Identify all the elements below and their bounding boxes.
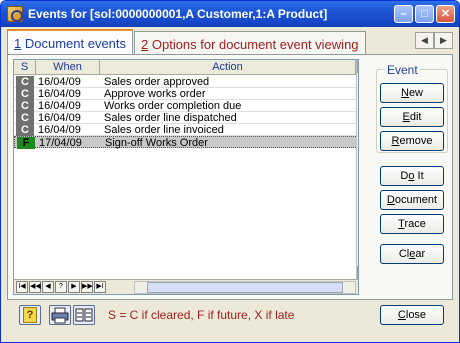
when-cell: 16/04/09	[38, 88, 81, 100]
next-page-icon[interactable]: ▶▶	[81, 281, 93, 293]
when-cell: 16/04/09	[38, 76, 81, 88]
vertical-scrollbar[interactable]: ▲ ▼	[356, 60, 358, 279]
tab-scroll-buttons: ◀ ▶	[415, 32, 453, 49]
print-button[interactable]	[49, 305, 71, 325]
minimize-icon: –	[400, 8, 407, 20]
window-title: Events for [sol:0000000001,A Customer,1:…	[28, 7, 328, 21]
action-cell: Sales order line dispatched	[104, 112, 237, 124]
help-record-icon[interactable]: ?	[55, 281, 67, 293]
status-cell: C	[16, 100, 34, 112]
scroll-up-icon[interactable]: ▲	[357, 60, 358, 73]
table-row[interactable]: C 16/04/09 Sales order line dispatched	[14, 112, 358, 124]
column-header-status[interactable]: S	[14, 60, 36, 75]
record-navigator: I◀ ◀◀ ◀? ▶ ▶▶ ▶I	[14, 279, 358, 294]
app-icon	[7, 6, 23, 22]
bottom-bar: ? S = C if cleared, F if future, X if la…	[7, 301, 453, 339]
when-cell: 16/04/09	[38, 112, 81, 124]
tab-scroll-left-icon[interactable]: ◀	[415, 32, 434, 49]
tab-number: 2	[141, 37, 149, 52]
close-button[interactable]: Close	[380, 305, 444, 325]
event-group: Event New Edit Remove	[376, 63, 448, 153]
maximize-button[interactable]: □	[415, 5, 434, 23]
column-header-when[interactable]: When	[36, 60, 100, 75]
action-cell: Works order completion due	[104, 100, 242, 112]
maximize-icon: □	[421, 8, 428, 20]
table-row[interactable]: C 16/04/09 Approve works order	[14, 88, 358, 100]
clear-button[interactable]: Clear	[380, 244, 444, 264]
trace-button[interactable]: Trace	[380, 214, 444, 234]
when-cell: 17/04/09	[39, 137, 82, 149]
table-row[interactable]: C 16/04/09 Sales order approved	[14, 76, 358, 88]
status-cell: F	[17, 137, 35, 149]
action-cell: Approve works order	[104, 88, 206, 100]
edit-button[interactable]: Edit	[380, 107, 444, 127]
table-row[interactable]: F 17/04/09 Sign-off Works Order	[14, 136, 358, 149]
horizontal-scroll-thumb[interactable]	[147, 282, 343, 293]
tab-options-viewing[interactable]: 2 Options for document event viewing	[134, 31, 366, 54]
when-cell: 16/04/09	[38, 100, 81, 112]
title-bar[interactable]: Events for [sol:0000000001,A Customer,1:…	[1, 1, 459, 27]
table-row[interactable]: C 16/04/09 Sales order line invoiced	[14, 124, 358, 136]
when-cell: 16/04/09	[38, 124, 81, 136]
close-icon: ✕	[440, 8, 451, 20]
status-cell: C	[16, 112, 34, 124]
do-it-button[interactable]: Do It	[380, 166, 444, 186]
next-record-icon[interactable]: ▶	[68, 281, 80, 293]
status-cell: C	[16, 76, 34, 88]
tab-label: Document events	[24, 36, 127, 51]
new-button[interactable]: New	[380, 83, 444, 103]
first-record-icon[interactable]: I◀	[16, 281, 28, 293]
tab-document-events[interactable]: 1 Document events	[7, 29, 133, 54]
layout-button[interactable]	[73, 305, 95, 325]
columns-icon	[75, 308, 93, 322]
status-cell: C	[16, 124, 34, 136]
scroll-down-icon[interactable]: ▼	[357, 266, 358, 279]
tab-scroll-right-icon[interactable]: ▶	[434, 32, 453, 49]
action-cell: Sign-off Works Order	[105, 137, 208, 149]
column-header-action[interactable]: Action	[100, 60, 356, 75]
action-cell: Sales order line invoiced	[104, 124, 224, 136]
last-record-icon[interactable]: ▶I	[94, 281, 106, 293]
action-cell: Sales order approved	[104, 76, 210, 88]
events-grid[interactable]: S When Action C 16/04/09 Sales order appro…	[13, 59, 359, 295]
document-button[interactable]: Document	[380, 190, 444, 210]
table-row[interactable]: C 16/04/09 Works order completion due	[14, 100, 358, 112]
printer-icon	[51, 307, 69, 324]
status-cell: C	[16, 88, 34, 100]
close-window-button[interactable]: ✕	[436, 5, 455, 23]
events-window: Events for [sol:0000000001,A Customer,1:…	[0, 0, 460, 343]
grid-header: S When Action	[14, 60, 358, 75]
horizontal-scrollbar[interactable]	[134, 281, 356, 294]
event-group-label: Event	[385, 63, 420, 77]
remove-button[interactable]: Remove	[380, 131, 444, 151]
prev-page-icon[interactable]: ◀◀	[29, 281, 41, 293]
help-icon: ?	[23, 307, 37, 323]
status-legend: S = C if cleared, F if future, X if late	[108, 308, 295, 322]
tab-number: 1	[14, 36, 22, 51]
help-button[interactable]: ?	[19, 305, 41, 325]
tab-label: Options for document event viewing	[151, 37, 359, 52]
minimize-button[interactable]: –	[394, 5, 413, 23]
prev-record-icon[interactable]: ◀	[42, 281, 54, 293]
